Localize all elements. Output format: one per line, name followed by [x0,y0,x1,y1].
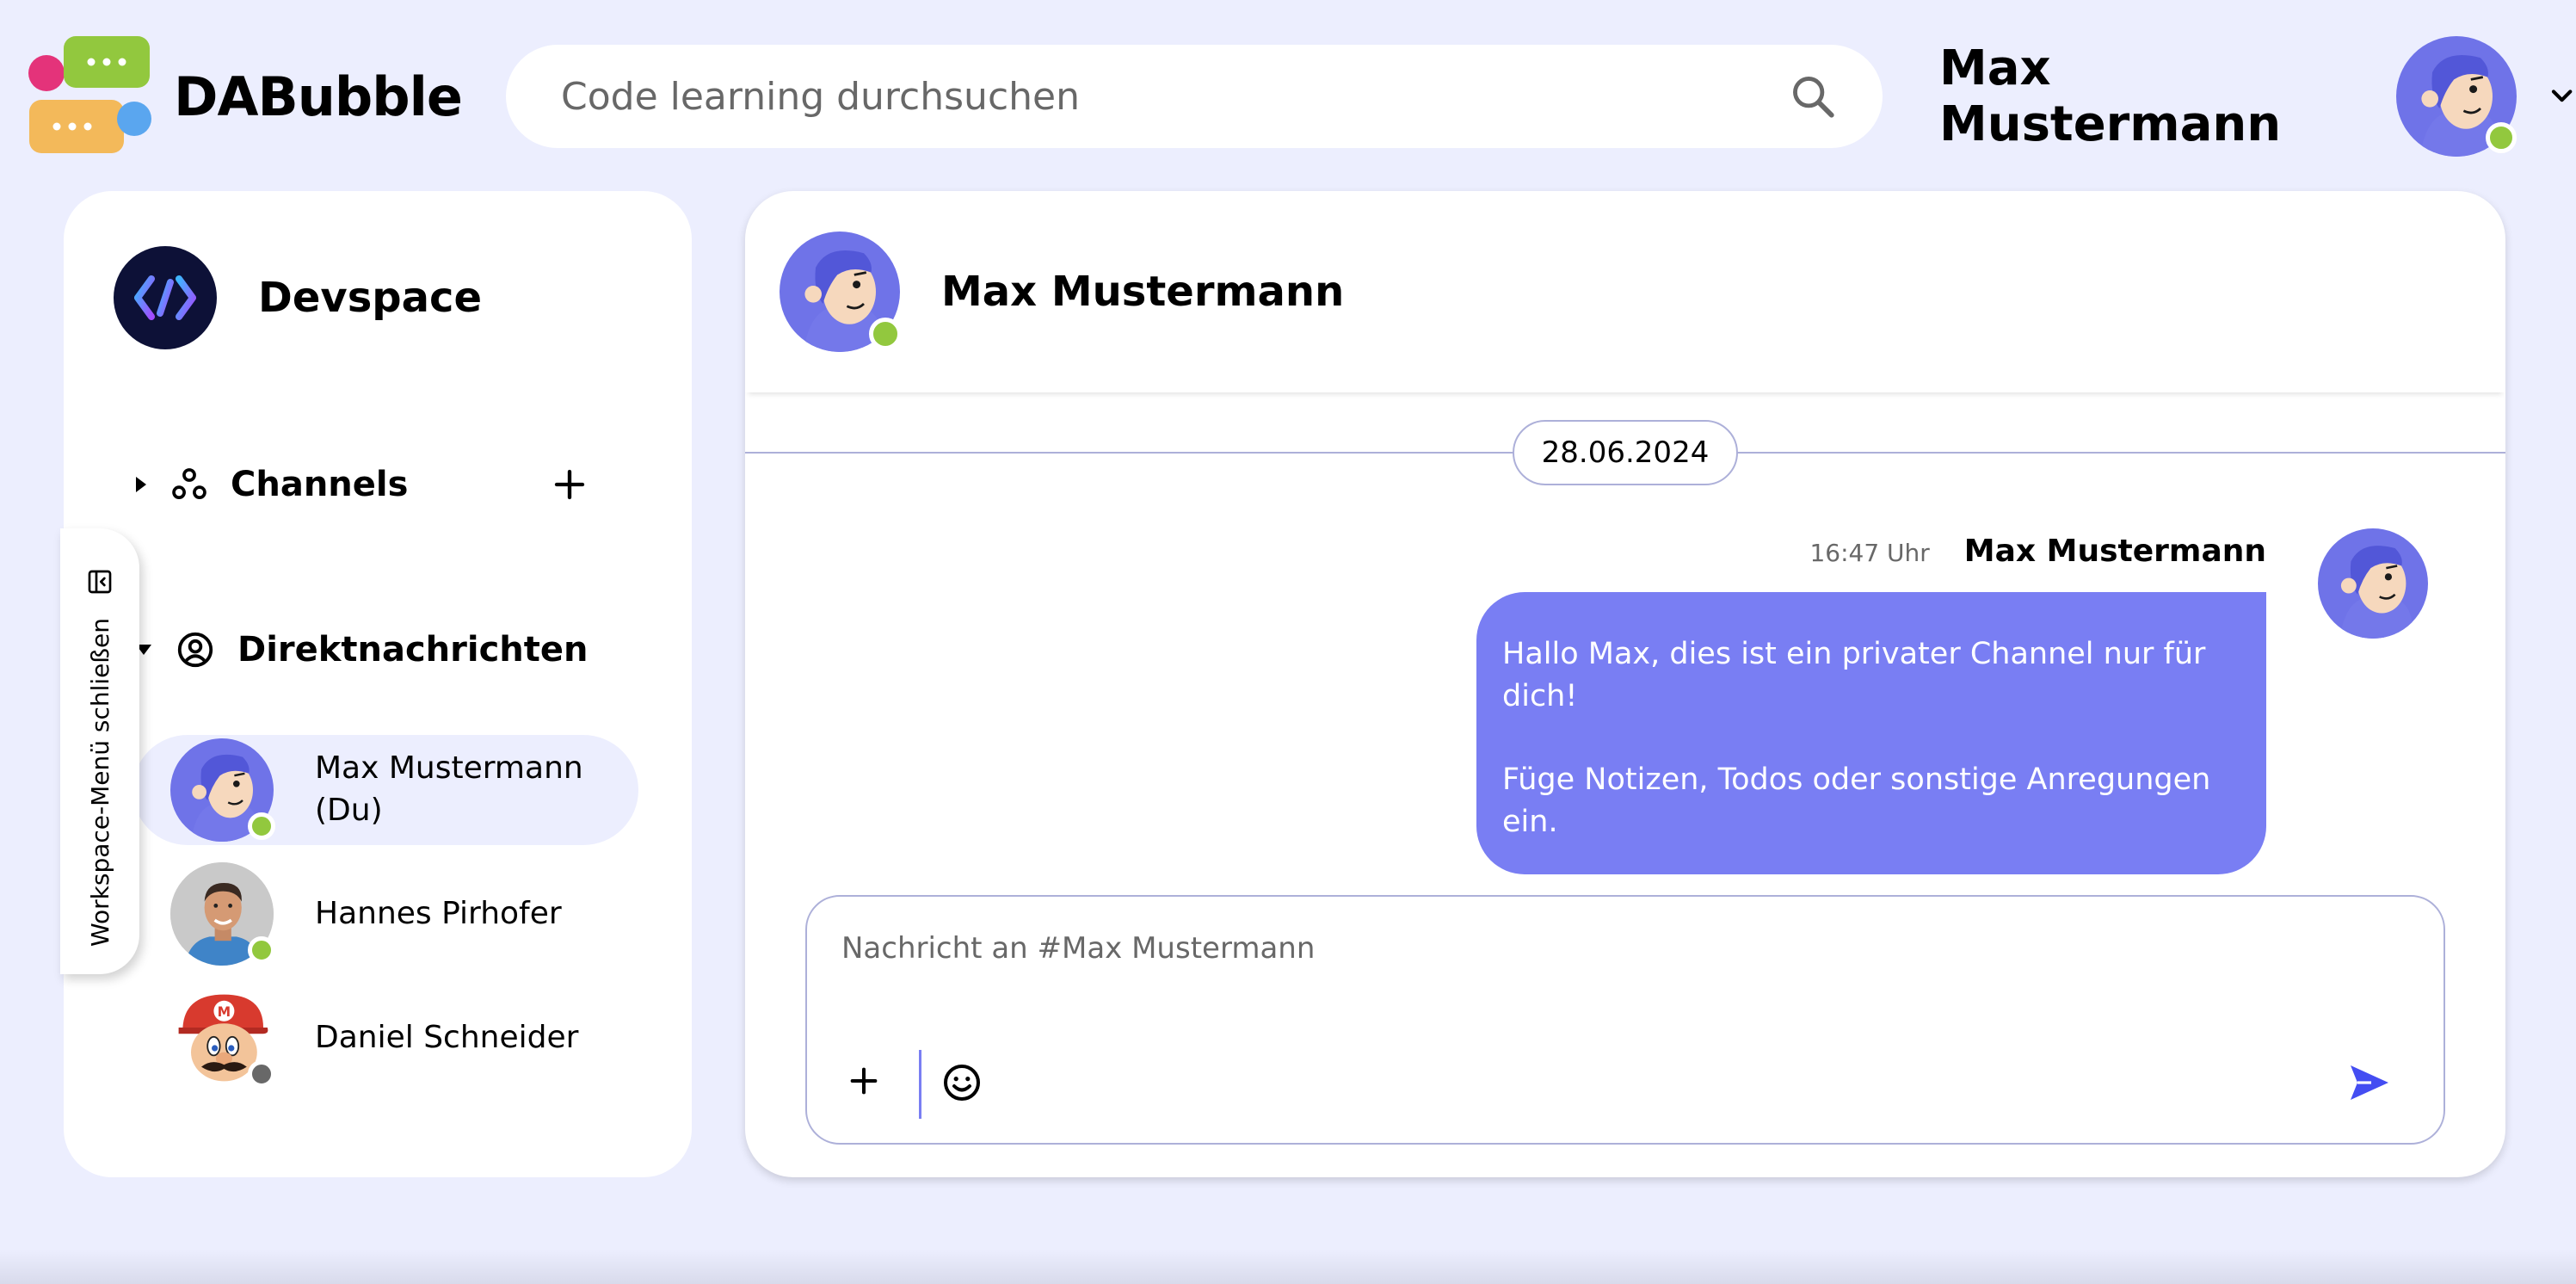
workspace-menu-toggle-label: Workspace-Menü schließen [85,618,114,948]
current-user-name: Max Mustermann [1939,40,2282,152]
toolbar-divider [919,1050,921,1119]
chat-panel: Max Mustermann 28.06.2024 16:47 Uhr Max … [745,191,2505,1177]
dm-item-max-mustermann[interactable]: Max Mustermann (Du) [132,735,638,845]
search-input[interactable] [561,74,1788,119]
workspace-name: Devspace [258,274,483,322]
svg-text:M: M [218,1004,231,1020]
message-composer [805,895,2445,1145]
search-icon[interactable] [1788,71,1838,121]
dm-name-line: Daniel Schneider [315,1019,579,1055]
message-meta: 16:47 Uhr Max Mustermann [1809,534,2266,569]
channels-icon [172,468,206,500]
dm-name: Daniel Schneider [315,1017,578,1059]
code-brackets-icon [134,275,196,320]
chat-title: Max Mustermann [941,268,1345,316]
dm-avatar [170,738,275,842]
dm-section-header[interactable]: Direktnachrichten [136,630,589,670]
avatar-face-icon [2318,528,2428,639]
message-text-line: Füge Notizen, Todos oder sonstige Anregu… [1502,762,2211,839]
plus-icon [850,1067,878,1095]
dm-name-line: Hannes Pirhofer [315,895,562,931]
workspace-header[interactable]: Devspace [114,246,482,349]
message-bubble[interactable]: Hallo Max, dies ist ein privater Channel… [1476,592,2266,874]
dm-name: Max Mustermann (Du) [315,748,583,831]
dm-name-line: Max Mustermann [315,750,583,787]
plus-icon[interactable] [552,467,587,502]
channels-section-header[interactable]: Channels [136,465,635,504]
dm-label: Direktnachrichten [237,630,589,670]
status-online-indicator [2485,122,2517,153]
current-user-avatar[interactable] [2395,36,2517,157]
caret-right-icon[interactable] [136,477,146,492]
workspace-logo [114,246,217,349]
status-online-indicator [248,936,275,964]
user-menu[interactable]: Max Mustermann [1939,36,2576,157]
message-author[interactable]: Max Mustermann [1964,534,2266,569]
message-avatar[interactable] [2318,528,2428,639]
emoji-icon [944,1065,980,1101]
app-name: DABubble [174,65,463,128]
search-bar [506,45,1883,148]
page-bottom-shadow [0,1250,2576,1284]
date-badge: 28.06.2024 [1513,420,1738,485]
dm-name-suffix: (Du) [315,793,383,828]
dm-avatar [170,862,275,966]
message-time: 16:47 Uhr [1809,539,1930,567]
add-attachment-button[interactable] [847,1064,881,1098]
message-text-line: Hallo Max, dies ist ein privater Channel… [1502,637,2206,713]
chat-header[interactable]: Max Mustermann [745,191,2505,392]
dm-item-daniel-schneider[interactable]: M Daniel Schneider [132,983,638,1093]
workspace-sidebar: Devspace Channels Direktnachrichten Max … [64,191,692,1177]
status-online-indicator [869,318,902,350]
send-icon [2351,1065,2388,1100]
dabubble-logo-icon [28,36,151,153]
send-button[interactable] [2347,1062,2392,1103]
workspace-menu-toggle[interactable]: Workspace-Menü schließen [60,528,139,974]
status-offline-indicator [248,1060,275,1088]
channels-label: Channels [231,465,409,504]
status-online-indicator [248,812,275,840]
app-logo[interactable]: DABubble [28,34,463,158]
dm-avatar: M [170,986,275,1090]
dm-name: Hannes Pirhofer [315,893,562,935]
chat-partner-avatar[interactable] [780,231,902,352]
dm-item-hannes-pirhofer[interactable]: Hannes Pirhofer [132,859,638,969]
message-input[interactable] [841,931,2304,1000]
sidebar-collapse-icon [88,570,112,594]
emoji-button[interactable] [941,1062,983,1103]
chevron-down-icon[interactable] [2548,81,2576,112]
account-circle-icon [177,632,213,668]
